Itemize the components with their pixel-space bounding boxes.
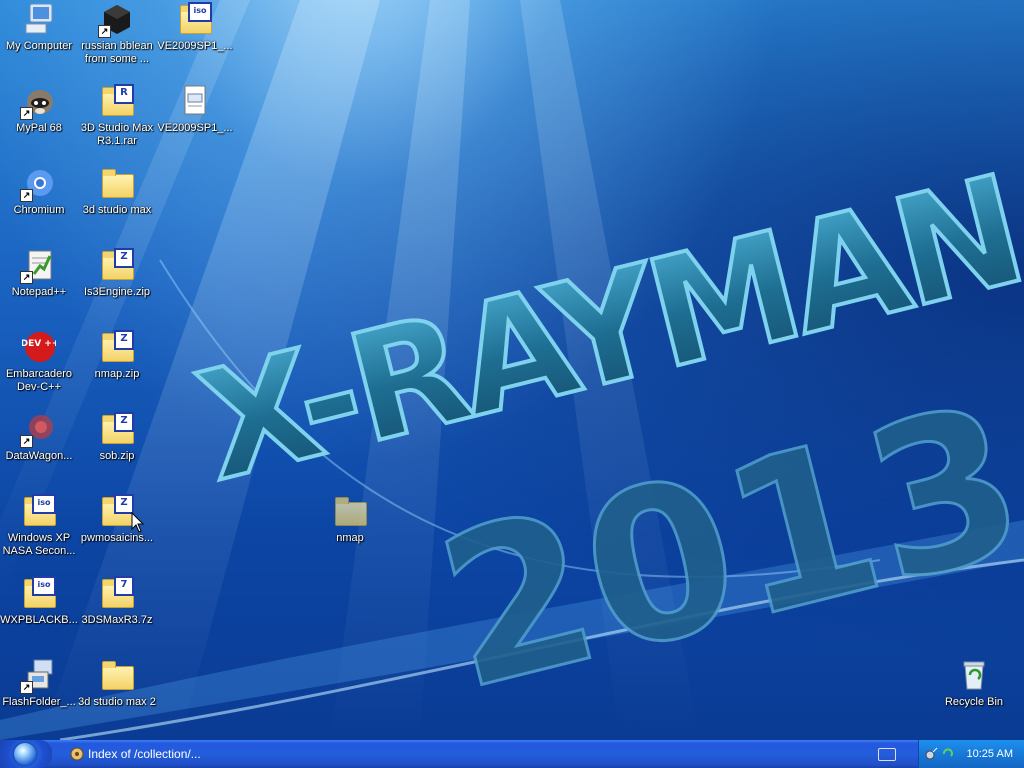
7z-archive-icon: 7: [100, 576, 134, 610]
icon-label: MyPal 68: [16, 122, 62, 134]
taskbar-window-title: Index of /collection/...: [88, 747, 201, 761]
desktop-icon-chromium[interactable]: ↗ Chromium: [0, 166, 78, 217]
desktop-icon-devcpp[interactable]: DEV ++ Embarcadero Dev-C++: [0, 330, 78, 394]
svg-text:DEV ++: DEV ++: [22, 339, 56, 349]
zip-archive-icon: Z: [100, 412, 134, 446]
desktop-icon-3dsmax-rar[interactable]: R 3D Studio Max R3.1.rar: [78, 84, 156, 148]
desktop-icon-flashfolder[interactable]: ↗ FlashFolder_...: [0, 658, 78, 709]
icon-label: 3D Studio Max R3.1.rar: [80, 122, 154, 147]
folder-icon: [100, 658, 134, 692]
network-icon[interactable]: [925, 746, 939, 760]
datawagon-icon: ↗: [20, 412, 56, 448]
icon-label: nmap.zip: [94, 368, 140, 380]
icon-label: Recycle Bin: [944, 696, 1004, 708]
zip-archive-icon: Z: [100, 248, 134, 282]
devcpp-icon: DEV ++: [21, 330, 59, 364]
shortcut-arrow-icon: ↗: [20, 271, 33, 284]
mouse-cursor-icon: [131, 512, 145, 533]
clock[interactable]: 10:25 AM: [967, 740, 1013, 768]
desktop-icon-winxp-nasa[interactable]: iso Windows XP NASA Secon...: [0, 494, 78, 558]
shortcut-arrow-icon: ↗: [98, 25, 111, 38]
icon-label: Is3Engine.zip: [83, 286, 151, 298]
computer-icon: [22, 2, 56, 36]
icon-label: 3d studio max 2: [78, 696, 156, 708]
shortcut-arrow-icon: ↗: [20, 189, 33, 202]
desktop-icon-mypal[interactable]: ↗ MyPal 68: [0, 84, 78, 135]
icon-label: nmap: [336, 532, 364, 544]
icon-label: VE2009SP1_...: [157, 122, 233, 134]
keyboard-icon[interactable]: [878, 748, 896, 761]
chromium-icon: ↗: [20, 166, 56, 202]
iso-folder-icon: iso: [22, 576, 56, 610]
icon-label: Embarcadero Dev-C++: [5, 368, 73, 393]
icon-label: VE2009SP1_...: [157, 40, 233, 52]
taskbar-window-button[interactable]: Index of /collection/...: [66, 743, 216, 765]
windows-orb-icon: [14, 743, 36, 765]
shortcut-arrow-icon: ↗: [20, 107, 33, 120]
notepad-icon: ↗: [20, 248, 56, 284]
desktop-icon-russian-bblean[interactable]: ↗ russian bblean from some ...: [78, 2, 156, 66]
window-app-icon: [70, 747, 84, 761]
iso-folder-icon: iso: [22, 494, 56, 528]
icon-label: sob.zip: [99, 450, 135, 462]
icon-label: Windows XP NASA Secon...: [2, 532, 76, 557]
start-button[interactable]: [0, 740, 52, 768]
icon-label: WXPBLACKB...: [0, 614, 78, 626]
icon-label: My Computer: [5, 40, 73, 52]
recycle-tray-icon[interactable]: [941, 746, 955, 760]
iso-folder-icon: iso: [178, 2, 212, 36]
taskbar: Index of /collection/... 10:25 AM: [0, 740, 1024, 768]
desktop-icon-datawagon[interactable]: ↗ DataWagon...: [0, 412, 78, 463]
desktop-icon-recycle-bin[interactable]: Recycle Bin: [935, 658, 1013, 709]
desktop-icon-notepadpp[interactable]: ↗ Notepad++: [0, 248, 78, 299]
icon-label: Chromium: [13, 204, 65, 216]
desktop-icon-wxpblack[interactable]: iso WXPBLACKB...: [0, 576, 78, 627]
desktop-icon-nmap-zip[interactable]: Z nmap.zip: [78, 330, 156, 381]
shortcut-arrow-icon: ↗: [20, 435, 33, 448]
desktop-icon-3d-studio-max-2[interactable]: 3d studio max 2: [78, 658, 156, 709]
installer-icon: ↗: [20, 658, 56, 694]
icon-label: Notepad++: [11, 286, 67, 298]
icon-label: 3d studio max: [82, 204, 152, 216]
desktop-icon-is3engine-zip[interactable]: Z Is3Engine.zip: [78, 248, 156, 299]
desktop-icon-sob-zip[interactable]: Z sob.zip: [78, 412, 156, 463]
icon-label: russian bblean from some ...: [81, 40, 153, 65]
icon-label: DataWagon...: [5, 450, 73, 462]
desktop-icon-nmap-folder[interactable]: nmap: [311, 494, 389, 545]
settings-file-icon: [178, 84, 212, 118]
folder-icon: [100, 166, 134, 200]
zip-archive-icon: Z: [100, 494, 134, 528]
raccoon-icon: ↗: [20, 84, 56, 120]
desktop-icon-my-computer[interactable]: My Computer: [0, 2, 78, 53]
icon-label: FlashFolder_...: [2, 696, 76, 708]
system-tray: 10:25 AM: [918, 740, 1024, 768]
shortcut-arrow-icon: ↗: [20, 681, 33, 694]
desktop-icon-ve2009sp1-file[interactable]: VE2009SP1_...: [156, 84, 234, 135]
desktop-icon-3dsmax-7z[interactable]: 7 3DSMaxR3.7z: [78, 576, 156, 627]
desktop-icon-3d-studio-max[interactable]: 3d studio max: [78, 166, 156, 217]
rar-archive-icon: R: [100, 84, 134, 118]
folder-icon: [333, 494, 367, 528]
desktop-icon-ve2009sp1-iso[interactable]: iso VE2009SP1_...: [156, 2, 234, 53]
cube-icon: ↗: [98, 2, 134, 38]
zip-archive-icon: Z: [100, 330, 134, 364]
recycle-bin-icon: [957, 658, 991, 692]
icon-label: 3DSMaxR3.7z: [81, 614, 153, 626]
